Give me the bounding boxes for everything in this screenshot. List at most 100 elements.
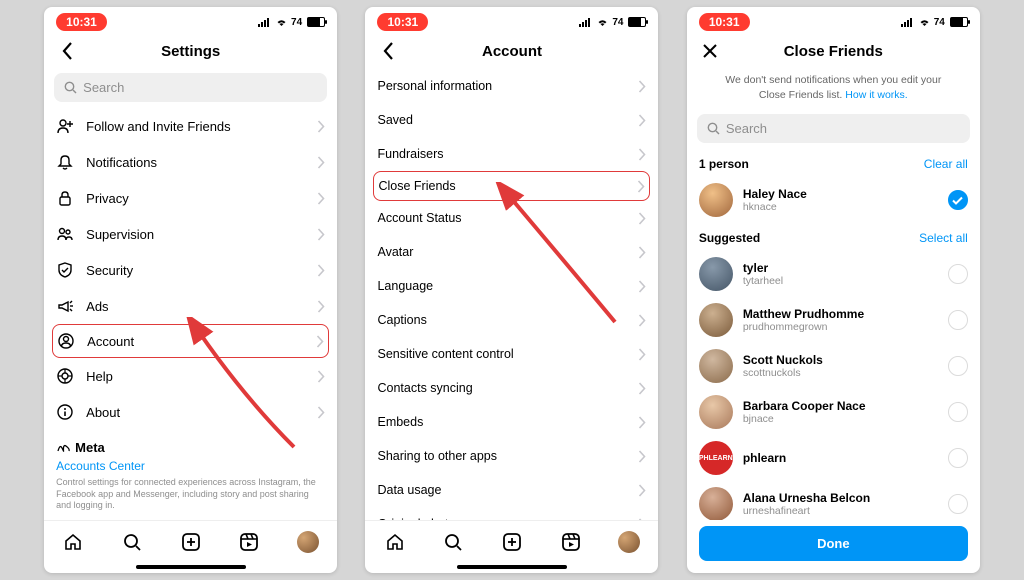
menu-label: Help — [86, 369, 305, 384]
nav-create[interactable] — [180, 531, 202, 553]
check-circle-empty[interactable] — [948, 356, 968, 376]
friend-row[interactable]: Matthew Prudhomme prudhommegrown — [687, 297, 980, 343]
menu-item-follow-and-invite-friends[interactable]: Follow and Invite Friends — [44, 108, 337, 144]
select-all-button[interactable]: Select all — [919, 231, 968, 245]
chevron-right-icon — [638, 382, 646, 395]
search-input[interactable]: Search — [697, 114, 970, 143]
nav-home[interactable] — [384, 531, 406, 553]
check-circle-empty[interactable] — [948, 448, 968, 468]
menu-item-personal-information[interactable]: Personal information — [365, 69, 658, 103]
help-icon — [56, 367, 74, 385]
menu-item-original-photos[interactable]: Original photos — [365, 507, 658, 520]
check-circle-empty[interactable] — [948, 494, 968, 514]
signal-icon — [579, 17, 593, 27]
status-bar: 10:31 74 — [365, 7, 658, 33]
wifi-icon — [918, 17, 931, 27]
menu-label: Fundraisers — [377, 147, 626, 161]
menu-label: Language — [377, 279, 626, 293]
menu-item-notifications[interactable]: Notifications — [44, 144, 337, 180]
menu-label: Close Friends — [378, 179, 625, 193]
friend-row[interactable]: tyler tytarheel — [687, 251, 980, 297]
search-input[interactable]: Search — [54, 73, 327, 102]
meta-icon — [56, 443, 71, 453]
close-button[interactable] — [697, 38, 723, 64]
menu-item-account-status[interactable]: Account Status — [365, 201, 658, 235]
chevron-right-icon — [638, 416, 646, 429]
menu-item-language[interactable]: Language — [365, 269, 658, 303]
battery-icon — [628, 17, 646, 27]
menu-item-about[interactable]: About — [44, 394, 337, 430]
header: Account — [365, 33, 658, 69]
menu-item-saved[interactable]: Saved — [365, 103, 658, 137]
nav-home[interactable] — [62, 531, 84, 553]
menu-item-sharing-to-other-apps[interactable]: Sharing to other apps — [365, 439, 658, 473]
friend-row[interactable]: Alana Urnesha Belcon urneshafineart — [687, 481, 980, 520]
plus-square-icon — [502, 532, 522, 552]
menu-item-fundraisers[interactable]: Fundraisers — [365, 137, 658, 171]
chevron-right-icon — [638, 484, 646, 497]
how-it-works-link[interactable]: How it works. — [845, 89, 907, 101]
add-person-icon — [56, 117, 74, 135]
nav-profile[interactable] — [297, 531, 319, 553]
menu-item-data-usage[interactable]: Data usage — [365, 473, 658, 507]
chevron-right-icon — [317, 406, 325, 419]
battery-percent: 74 — [934, 17, 945, 28]
menu-item-ads[interactable]: Ads — [44, 288, 337, 324]
nav-search[interactable] — [121, 531, 143, 553]
done-button[interactable]: Done — [699, 526, 968, 561]
menu-label: About — [86, 405, 305, 420]
friend-row[interactable]: Barbara Cooper Nace bjnace — [687, 389, 980, 435]
menu-label: Sharing to other apps — [377, 449, 626, 463]
menu-item-close-friends[interactable]: Close Friends — [373, 171, 650, 201]
menu-label: Sensitive content control — [377, 347, 626, 361]
menu-item-security[interactable]: Security — [44, 252, 337, 288]
clear-all-button[interactable]: Clear all — [924, 157, 968, 171]
nav-create[interactable] — [501, 531, 523, 553]
chevron-right-icon — [317, 300, 325, 313]
header: Close Friends — [687, 33, 980, 69]
chevron-right-icon — [637, 180, 645, 193]
chevron-right-icon — [317, 228, 325, 241]
menu-label: Account — [87, 334, 304, 349]
back-button[interactable] — [375, 38, 401, 64]
info-icon — [56, 403, 74, 421]
chevron-right-icon — [317, 156, 325, 169]
menu-label: Ads — [86, 299, 305, 314]
back-button[interactable] — [54, 38, 80, 64]
check-circle-empty[interactable] — [948, 402, 968, 422]
menu-item-help[interactable]: Help — [44, 358, 337, 394]
nav-search[interactable] — [442, 531, 464, 553]
menu-item-sensitive-content-control[interactable]: Sensitive content control — [365, 337, 658, 371]
menu-item-privacy[interactable]: Privacy — [44, 180, 337, 216]
accounts-center-link[interactable]: Accounts Center — [56, 459, 325, 473]
nav-reels[interactable] — [560, 531, 582, 553]
reels-icon — [239, 532, 259, 552]
friend-row[interactable]: Scott Nuckols scottnuckols — [687, 343, 980, 389]
check-circle-empty[interactable] — [948, 310, 968, 330]
people-icon — [56, 225, 74, 243]
nav-reels[interactable] — [238, 531, 260, 553]
menu-item-captions[interactable]: Captions — [365, 303, 658, 337]
chevron-left-icon — [62, 42, 73, 60]
avatar-icon — [618, 531, 640, 553]
menu-item-supervision[interactable]: Supervision — [44, 216, 337, 252]
bell-icon — [56, 153, 74, 171]
friend-row[interactable]: Haley Nace hknace — [687, 177, 980, 223]
chevron-right-icon — [317, 120, 325, 133]
menu-item-account[interactable]: Account — [52, 324, 329, 358]
friend-name: Matthew Prudhomme — [743, 307, 938, 321]
friend-row[interactable]: PHLEARN phlearn — [687, 435, 980, 481]
menu-item-avatar[interactable]: Avatar — [365, 235, 658, 269]
chevron-right-icon — [638, 114, 646, 127]
menu-label: Personal information — [377, 79, 626, 93]
menu-item-embeds[interactable]: Embeds — [365, 405, 658, 439]
check-circle-selected[interactable] — [948, 190, 968, 210]
friend-username: prudhommegrown — [743, 321, 938, 333]
nav-profile[interactable] — [618, 531, 640, 553]
header: Settings — [44, 33, 337, 69]
check-circle-empty[interactable] — [948, 264, 968, 284]
menu-label: Embeds — [377, 415, 626, 429]
menu-item-contacts-syncing[interactable]: Contacts syncing — [365, 371, 658, 405]
avatar-icon — [297, 531, 319, 553]
megaphone-icon — [56, 297, 74, 315]
